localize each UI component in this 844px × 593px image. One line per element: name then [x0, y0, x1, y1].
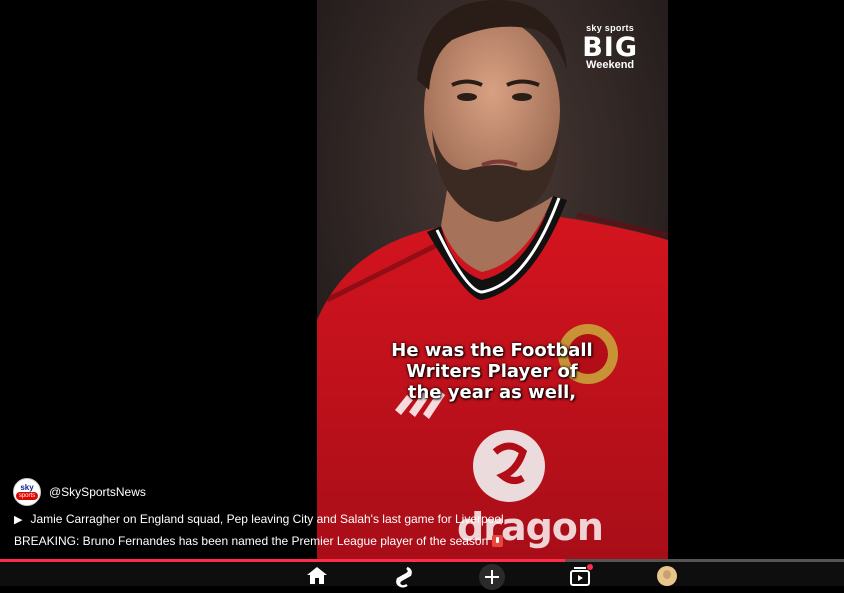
shorts-icon[interactable]	[395, 566, 413, 593]
related-video-link[interactable]: ▶ Jamie Carragher on England squad, Pep …	[14, 512, 504, 526]
you-avatar[interactable]	[657, 566, 677, 586]
related-video-title[interactable]: Jamie Carragher on England squad, Pep le…	[30, 512, 503, 526]
brand-sub: Weekend	[586, 59, 635, 71]
siren-emoji-icon	[492, 535, 504, 547]
notification-dot	[587, 564, 593, 570]
subscriptions-icon[interactable]	[570, 564, 593, 591]
create-icon[interactable]	[479, 564, 505, 590]
sky-sports-big-weekend-logo: sky sports BIG Weekend	[582, 24, 638, 71]
video-player[interactable]: sky sports BIG Weekend He was the Footba…	[317, 0, 668, 560]
video-description[interactable]: BREAKING: Bruno Fernandes has been named…	[14, 534, 504, 548]
video-caption: He was the Football Writers Player of th…	[391, 340, 593, 403]
play-icon: ▶	[14, 513, 23, 526]
channel-handle[interactable]: @SkySportsNews	[49, 485, 146, 499]
avatar-text-bottom: sports	[15, 492, 39, 500]
description-text: BREAKING: Bruno Fernandes has been named…	[14, 534, 489, 548]
brand-main: BIG	[582, 32, 638, 63]
avatar-text-top: sky	[20, 483, 34, 492]
bottom-navigation	[0, 562, 844, 590]
channel-avatar[interactable]: sky sports	[13, 478, 41, 506]
avatar-face	[663, 570, 671, 579]
channel-info[interactable]: sky sports @SkySportsNews	[13, 478, 146, 506]
video-frame-image	[317, 0, 668, 560]
